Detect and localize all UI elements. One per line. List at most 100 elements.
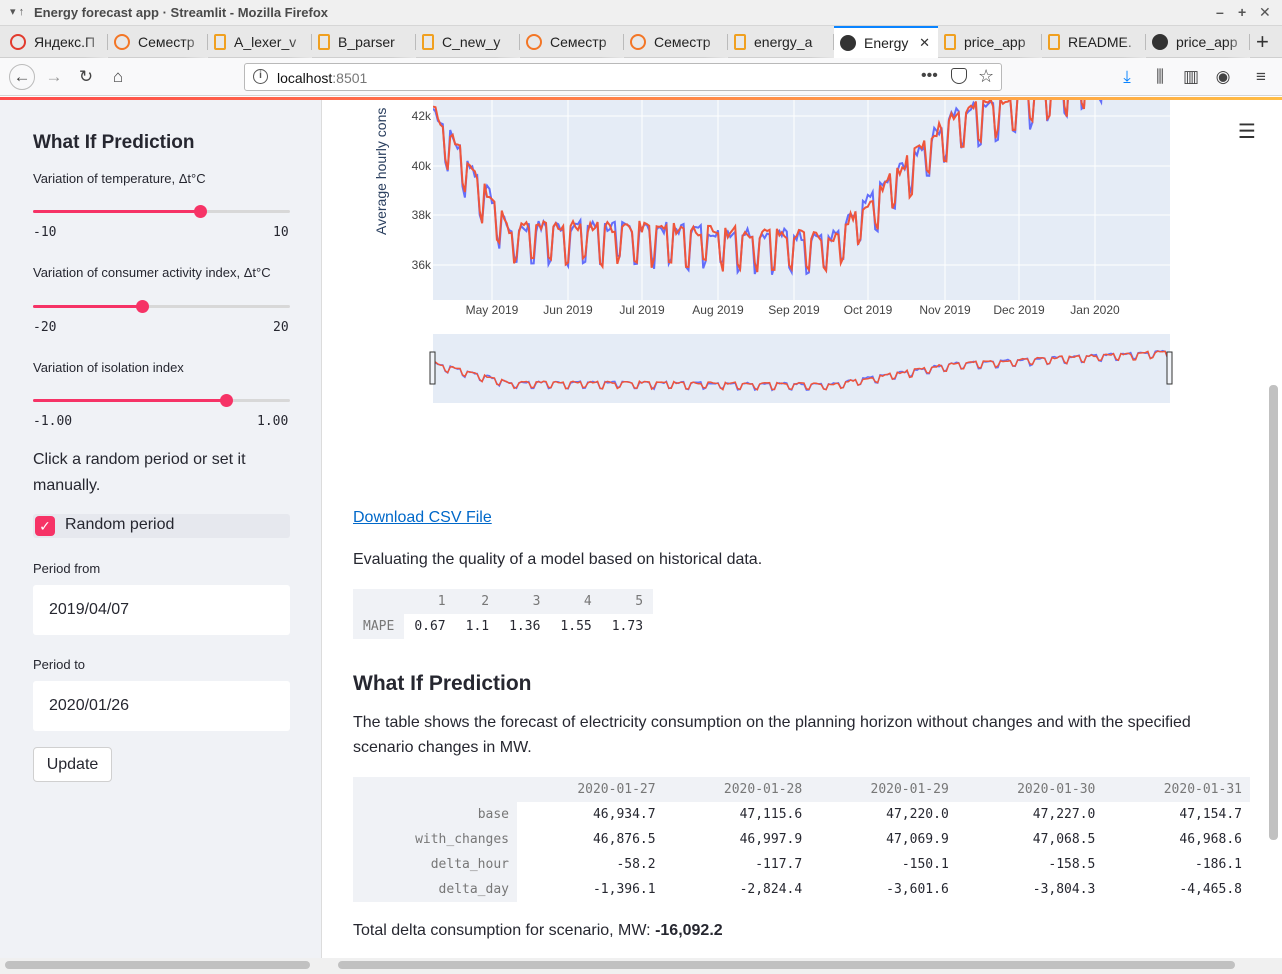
mape-column-header: 2 <box>455 589 500 614</box>
activity-slider[interactable] <box>33 305 290 308</box>
whatif-corner-cell <box>353 777 517 802</box>
total-delta-label: Total delta consumption for scenario, MW… <box>353 922 656 939</box>
reload-icon[interactable]: ↻ <box>75 66 97 88</box>
random-period-label: Random period <box>65 516 175 533</box>
sidebar-toggle-icon[interactable]: ▥ <box>1180 66 1202 88</box>
mape-table: 12345 MAPE 0.67 1.1 1.36 1.55 1.73 <box>353 589 654 639</box>
mape-column-header: 3 <box>499 589 551 614</box>
tab-label: B_parser <box>338 34 395 50</box>
whatif-cell: 46,876.5 <box>592 832 656 847</box>
page-actions-icon[interactable]: ••• <box>921 67 938 85</box>
table-row: MAPE 0.67 1.1 1.36 1.55 1.73 <box>353 614 653 639</box>
main-horizontal-scrollbar[interactable] <box>338 961 1235 969</box>
temperature-slider[interactable] <box>33 210 290 213</box>
jupyter-icon <box>630 34 646 50</box>
tab-8[interactable]: Energy ✕ <box>834 26 938 58</box>
whatif-column-header: 2020-01-31 <box>1103 777 1250 802</box>
new-tab-icon[interactable]: + <box>1256 29 1269 55</box>
tab-4[interactable]: C_new_y <box>416 26 520 58</box>
whatif-cell: 47,220.0 <box>886 807 949 822</box>
tab-strip: Яндекс.П Семестр A_lexer_v B_parser C_new_y С… <box>0 26 1282 58</box>
minimize-icon[interactable]: – <box>1216 4 1224 20</box>
whatif-cell: -1,396.1 <box>592 882 656 897</box>
download-csv-link[interactable]: Download CSV File <box>353 509 492 527</box>
file-icon <box>734 34 746 50</box>
mape-column-header: 4 <box>550 589 602 614</box>
tab-0[interactable]: Яндекс.П <box>4 26 108 58</box>
streamlit-icon <box>1152 34 1168 50</box>
back-icon[interactable]: ← <box>9 64 35 90</box>
tab-label: C_new_y <box>442 34 501 50</box>
whatif-column-header: 2020-01-27 <box>517 777 664 802</box>
checkmark-icon[interactable]: ✓ <box>35 516 55 536</box>
period-from-input[interactable]: 2019/04/07 <box>33 585 290 635</box>
whatif-cell: 47,154.7 <box>1179 807 1242 822</box>
whatif-column-header: 2020-01-28 <box>663 777 811 802</box>
tab-fade <box>496 26 520 58</box>
tab-label: Energy <box>864 35 909 51</box>
quality-text: Evaluating the quality of a model based … <box>353 551 763 568</box>
isolation-slider-thumb[interactable] <box>220 394 233 407</box>
tab-9[interactable]: price_app <box>938 26 1042 58</box>
tab-5[interactable]: Семестр <box>520 26 624 58</box>
tab-fade <box>1122 26 1146 58</box>
sidebar-horizontal-scrollbar[interactable] <box>5 961 310 969</box>
library-icon[interactable]: ⫼ <box>1149 66 1171 88</box>
period-to-input[interactable]: 2020/01/26 <box>33 681 290 731</box>
mape-column-header: 5 <box>601 589 654 614</box>
downloads-icon[interactable]: ⤓ <box>1116 66 1138 88</box>
download-csv-link-text[interactable]: Download CSV File <box>353 509 492 526</box>
whatif-cell: 47,227.0 <box>1032 807 1096 822</box>
mape-row-label: MAPE <box>353 614 405 639</box>
tab-fade <box>84 26 108 58</box>
table-row: base 46,934.7 47,115.6 47,220.0 47,227.0 47,1… <box>353 802 1250 827</box>
notebook-icon <box>214 34 226 50</box>
tab-10[interactable]: README. <box>1042 26 1146 58</box>
home-icon[interactable]: ⌂ <box>107 66 129 88</box>
jupyter-icon <box>526 34 542 50</box>
tab-fade <box>1226 26 1250 58</box>
forward-icon[interactable]: → <box>43 66 65 88</box>
tab-fade <box>810 26 834 58</box>
site-info-icon[interactable]: i <box>253 69 268 84</box>
whatif-cell: -3,804.3 <box>1032 882 1096 897</box>
notebook-icon <box>422 34 434 50</box>
maximize-icon[interactable]: + <box>1238 4 1246 20</box>
bookmark-star-icon[interactable]: ☆ <box>978 66 994 87</box>
tab-11[interactable]: price_app <box>1146 26 1250 58</box>
update-button[interactable]: Update <box>33 747 112 782</box>
browser-menu-icon[interactable]: ≡ <box>1250 66 1272 88</box>
whatif-table-header: 2020-01-27 2020-01-28 2020-01-29 2020-01-30… <box>353 777 1250 802</box>
yandex-icon <box>10 34 26 50</box>
pocket-icon[interactable] <box>951 68 967 84</box>
close-window-icon[interactable]: ✕ <box>1259 4 1271 21</box>
tab-fade <box>1018 26 1042 58</box>
tab-6[interactable]: Семестр <box>624 26 728 58</box>
activity-slider-thumb[interactable] <box>136 300 149 313</box>
app-menu-icon[interactable]: ☰ <box>1238 119 1256 144</box>
address-bar[interactable]: i localhost:8501 ••• ☆ <box>244 63 1002 91</box>
tab-fade <box>392 26 416 58</box>
tab-7[interactable]: energy_a <box>728 26 834 58</box>
tab-3[interactable]: B_parser <box>312 26 416 58</box>
mape-cell: 1.55 <box>560 619 592 634</box>
account-icon[interactable]: ◉ <box>1212 66 1234 88</box>
tab-fade <box>288 26 312 58</box>
main-scrollbar[interactable] <box>1269 385 1278 840</box>
temperature-slider-thumb[interactable] <box>194 205 207 218</box>
window-menu-icon[interactable]: ▾ ↑ <box>10 5 24 18</box>
tab-2[interactable]: A_lexer_v <box>208 26 312 58</box>
random-period-checkbox[interactable]: ✓ Random period <box>33 514 290 538</box>
period-prompt: Click a random period or set it manually… <box>33 451 246 494</box>
isolation-slider-max: 1.00 <box>257 414 289 429</box>
period-from-label: Period from <box>33 561 101 576</box>
temperature-slider-min: -10 <box>33 225 57 240</box>
whatif-cell: 47,068.5 <box>1032 832 1096 847</box>
file-icon <box>944 34 956 50</box>
isolation-slider[interactable] <box>33 399 290 402</box>
tab-1[interactable]: Семестр <box>108 26 208 58</box>
mape-corner-cell <box>353 589 405 614</box>
sidebar: What If Prediction Variation of temperat… <box>0 100 322 960</box>
whatif-cell: -117.7 <box>755 857 803 872</box>
close-tab-icon[interactable]: ✕ <box>919 35 930 51</box>
